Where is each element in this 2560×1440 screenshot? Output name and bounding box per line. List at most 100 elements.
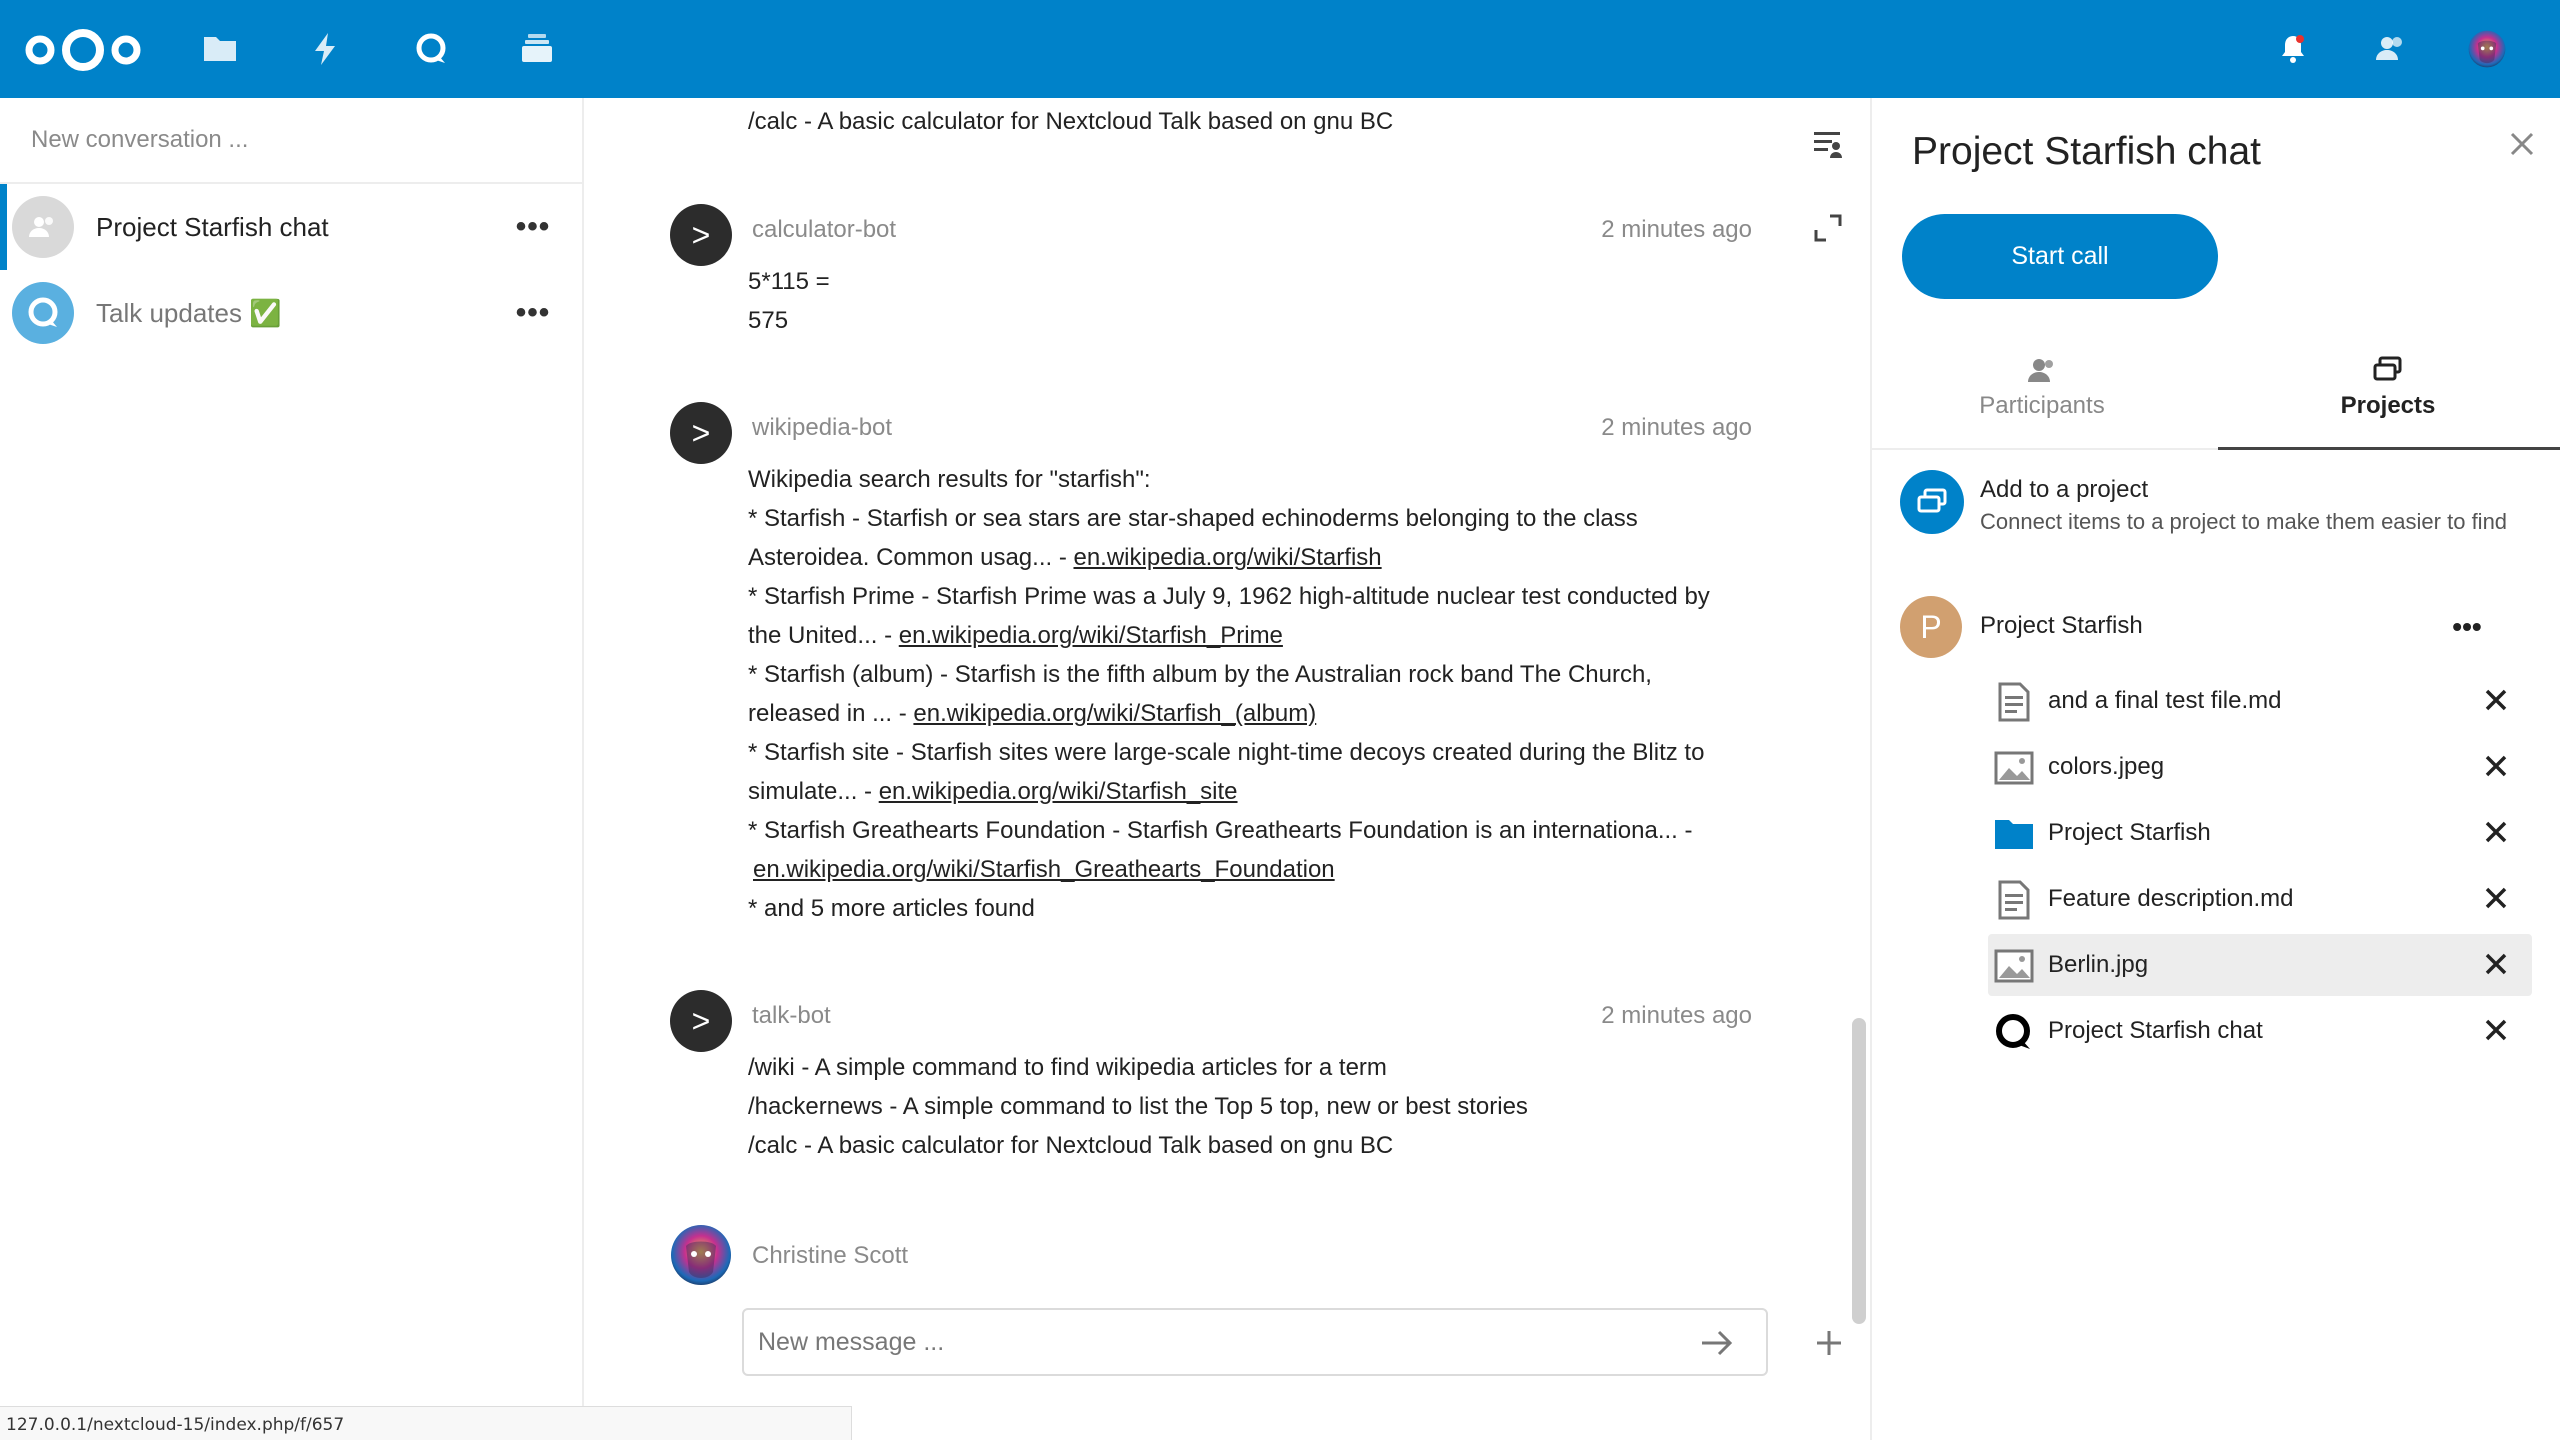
- deck-icon[interactable]: [512, 24, 562, 74]
- message-text: simulate... -: [748, 778, 879, 805]
- search-bar: [0, 98, 582, 184]
- bot-avatar: >: [670, 990, 732, 1052]
- message-text: * Starfish Greathearts Foundation - Star…: [748, 817, 1693, 844]
- message-time: 2 minutes ago: [1601, 216, 1752, 243]
- room-title: Project Starfish chat: [1912, 130, 2261, 173]
- conversation-menu-button[interactable]: •••: [506, 286, 560, 340]
- room-details-sidebar: Project Starfish chat Start call Partici…: [1870, 98, 2560, 1440]
- active-tab-indicator: [2218, 447, 2560, 450]
- project-resource-item[interactable]: and a final test file.md: [1988, 670, 2532, 732]
- start-call-button[interactable]: Start call: [1902, 214, 2218, 299]
- folder-icon: [1994, 814, 2034, 854]
- message-text: the United... -: [748, 622, 899, 649]
- files-icon[interactable]: [195, 24, 245, 74]
- tab-label: Projects: [2340, 392, 2436, 419]
- project-resource-item[interactable]: Project Starfish chat: [1988, 1000, 2532, 1062]
- talk-avatar-icon: [12, 282, 74, 344]
- tab-participants[interactable]: Participants: [1872, 350, 2212, 450]
- image-file-icon: [1994, 748, 2034, 788]
- conversation-name: Project Starfish chat: [96, 211, 329, 242]
- project-resource-item[interactable]: Project Starfish: [1988, 802, 2532, 864]
- group-avatar-icon: [12, 196, 74, 258]
- top-header: [0, 0, 2560, 98]
- message-author: wikipedia-bot: [752, 414, 893, 441]
- message-time: 2 minutes ago: [1601, 1002, 1752, 1029]
- add-project-description: Connect items to a project to make them …: [1980, 509, 2508, 534]
- wiki-link[interactable]: en.wikipedia.org/wiki/Starfish_site: [879, 778, 1238, 805]
- conversation-sidebar: Project Starfish chat ••• Talk updates ✅…: [0, 98, 584, 1440]
- add-to-project-button[interactable]: Add to a project Connect items to a proj…: [1900, 470, 2540, 570]
- message-text: Asteroidea. Common usag... - en.wikipedi…: [748, 538, 1748, 577]
- current-user-avatar: [670, 1224, 732, 1286]
- fullscreen-icon[interactable]: [1808, 208, 1848, 248]
- project-menu-button[interactable]: •••: [2442, 602, 2492, 652]
- notifications-icon[interactable]: [2268, 24, 2318, 74]
- message-text: Wikipedia search results for "starfish":: [748, 466, 1151, 493]
- project-resource-item[interactable]: colors.jpeg: [1988, 736, 2532, 798]
- message-author: talk-bot: [752, 1002, 831, 1029]
- remove-icon[interactable]: [2476, 812, 2516, 852]
- message-text: released in ... - en.wikipedia.org/wiki/…: [748, 694, 1748, 733]
- message-time: 2 minutes ago: [1601, 414, 1752, 441]
- contacts-icon[interactable]: [2366, 24, 2416, 74]
- remove-icon[interactable]: [2476, 944, 2516, 984]
- message-text: * Starfish (album) - Starfish is the fif…: [748, 661, 1652, 688]
- message-text: * and 5 more articles found: [748, 895, 1035, 922]
- close-icon[interactable]: [2500, 122, 2544, 166]
- conversation-item-talk-updates[interactable]: Talk updates ✅ •••: [0, 270, 582, 356]
- project-name: Project Starfish: [1980, 612, 2143, 639]
- message-composer: [742, 1308, 1866, 1376]
- resource-name: Project Starfish chat: [2048, 1017, 2263, 1044]
- project-entry[interactable]: P Project Starfish •••: [1900, 596, 2540, 660]
- message-text: simulate... - en.wikipedia.org/wiki/Star…: [748, 772, 1748, 811]
- image-file-icon: [1994, 946, 2034, 986]
- nextcloud-logo-icon[interactable]: [22, 24, 144, 76]
- tab-label: Participants: [1979, 392, 2105, 419]
- wiki-link[interactable]: en.wikipedia.org/wiki/Starfish_Prime: [899, 622, 1283, 649]
- bot-avatar: >: [670, 204, 732, 266]
- projects-icon: [2218, 350, 2558, 390]
- status-url: 127.0.0.1/nextcloud-15/index.php/f/657: [0, 1406, 852, 1440]
- message-text: /wiki - A simple command to find wikiped…: [748, 1054, 1387, 1081]
- resource-name: Berlin.jpg: [2048, 951, 2149, 978]
- bot-avatar: >: [670, 402, 732, 464]
- message-text: * Starfish - Starfish or sea stars are s…: [748, 505, 1638, 532]
- remove-icon[interactable]: [2476, 878, 2516, 918]
- wiki-link[interactable]: en.wikipedia.org/wiki/Starfish: [1073, 544, 1381, 571]
- new-conversation-input[interactable]: [29, 125, 529, 155]
- chat-scrollbar[interactable]: [1852, 1018, 1866, 1324]
- message-text: /calc - A basic calculator for Nextcloud…: [748, 108, 1394, 135]
- text-file-icon: [1994, 880, 2034, 920]
- wiki-link[interactable]: en.wikipedia.org/wiki/Starfish_Greathear…: [753, 856, 1335, 883]
- message-text: 5*115 =: [748, 268, 830, 295]
- projects-icon: [1900, 470, 1964, 534]
- conversation-menu-button[interactable]: •••: [506, 200, 560, 254]
- toggle-sidebar-icon[interactable]: [1808, 124, 1848, 164]
- resource-name: Feature description.md: [2048, 885, 2294, 912]
- new-message-input[interactable]: [742, 1308, 1768, 1376]
- current-user-name: Christine Scott: [752, 1242, 909, 1269]
- activity-icon[interactable]: [300, 24, 350, 74]
- remove-icon[interactable]: [2476, 746, 2516, 786]
- add-project-title: Add to a project: [1980, 476, 2149, 503]
- message-author: calculator-bot: [752, 216, 897, 243]
- conversation-name: Talk updates ✅: [96, 297, 282, 328]
- message-text: released in ... -: [748, 700, 914, 727]
- add-attachment-icon[interactable]: [1804, 1318, 1854, 1368]
- user-avatar[interactable]: [2454, 16, 2520, 82]
- project-resource-item[interactable]: Feature description.md: [1988, 868, 2532, 930]
- talk-icon[interactable]: [406, 24, 456, 74]
- message-text: en.wikipedia.org/wiki/Starfish_Greathear…: [748, 850, 1748, 889]
- project-avatar: P: [1900, 596, 1962, 658]
- send-icon[interactable]: [1692, 1318, 1742, 1368]
- resource-name: and a final test file.md: [2048, 687, 2282, 714]
- message-text: * Starfish Prime - Starfish Prime was a …: [748, 583, 1710, 610]
- tab-projects[interactable]: Projects: [2218, 350, 2558, 450]
- project-resource-item[interactable]: Berlin.jpg: [1988, 934, 2532, 996]
- remove-icon[interactable]: [2476, 1010, 2516, 1050]
- talk-icon: [1994, 1012, 2034, 1052]
- remove-icon[interactable]: [2476, 680, 2516, 720]
- conversation-item-project-starfish-chat[interactable]: Project Starfish chat •••: [0, 184, 582, 270]
- wiki-link[interactable]: en.wikipedia.org/wiki/Starfish_(album): [913, 700, 1316, 727]
- resource-name: colors.jpeg: [2048, 753, 2165, 780]
